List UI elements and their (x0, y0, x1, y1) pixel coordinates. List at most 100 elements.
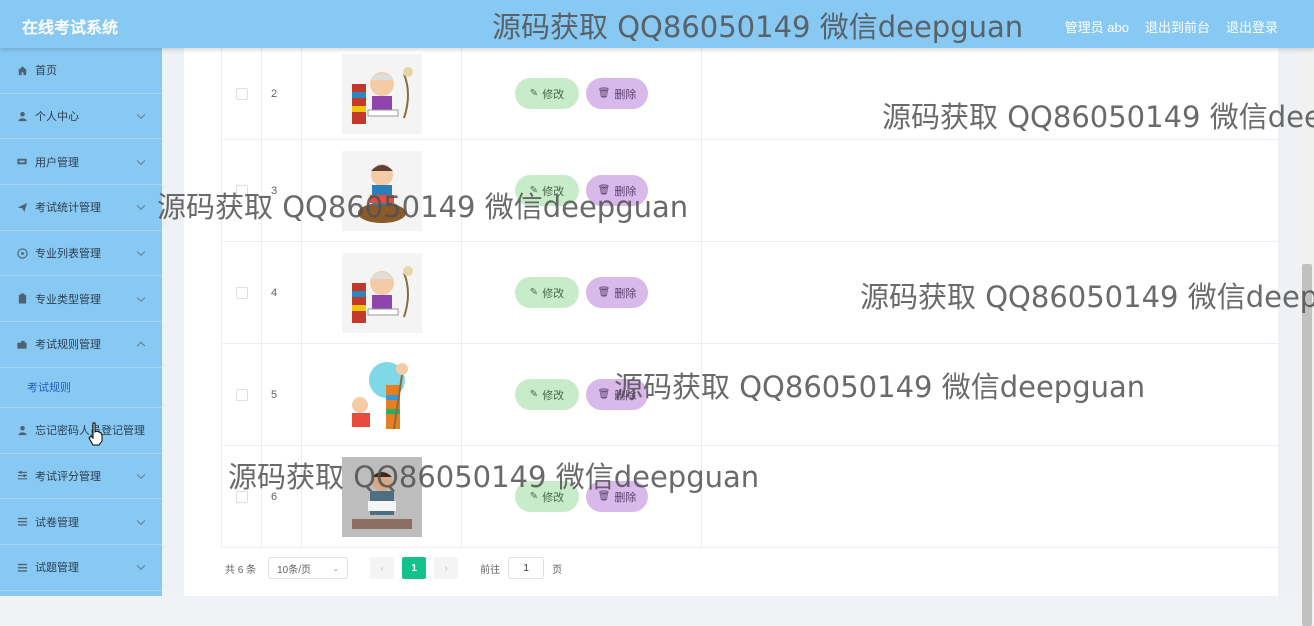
user-icon (16, 110, 28, 122)
reading-grandma-image (341, 252, 422, 333)
row-index: 4 (262, 242, 302, 343)
row-checkbox[interactable] (235, 286, 248, 299)
edit-button[interactable]: ✎ 修改 (515, 277, 579, 308)
clipboard-icon (16, 293, 28, 305)
edit-icon: ✎ (529, 491, 539, 502)
users-icon (16, 156, 28, 168)
row-index: 2 (262, 48, 302, 139)
delete-button[interactable]: 🗑 删除 (586, 481, 648, 512)
man-reading-image (341, 456, 422, 537)
chevron-down-icon (136, 470, 146, 479)
header-links: 管理员 abo 退出到前台 退出登录 (1065, 17, 1278, 36)
back-to-front-link[interactable]: 退出到前台 (1145, 17, 1210, 36)
edit-icon: ✎ (529, 389, 539, 400)
vertical-scrollbar[interactable] (1300, 48, 1314, 626)
goto-prefix: 前往 (480, 564, 501, 576)
row-index: 6 (262, 446, 302, 547)
trash-icon: 🗑 (597, 389, 611, 400)
sidebar-item-exam-scoring[interactable]: 考试评分管理 (0, 454, 162, 500)
sidebar-subitem-exam-rules[interactable]: 考试规则 (0, 367, 162, 408)
prev-page-button[interactable]: ‹ (370, 557, 395, 579)
total-count: 共 6 条 (225, 564, 257, 576)
table-row: 5 ✎ 修改 🗑 删除 (222, 344, 1283, 446)
edit-icon: ✎ (529, 185, 539, 196)
sidebar-item-profile[interactable]: 个人中心 (0, 94, 162, 140)
reading-grandma-image (341, 53, 422, 134)
goto-page-input[interactable]: 1 (508, 557, 545, 579)
app-title: 在线考试系统 (22, 18, 119, 37)
edit-icon: ✎ (529, 88, 539, 99)
data-table: 2 ✎ 修改 🗑 删除 3 ✎ 修改 🗑 删除 4 ✎ 修改 🗑 删除 5 ✎ … (221, 48, 1283, 548)
sidebar-item-label: 考试评分管理 (35, 470, 101, 483)
sidebar-item-label: 考试统计管理 (35, 202, 101, 215)
sidebar-item-label: 试卷管理 (35, 516, 79, 529)
chevron-down-icon (136, 201, 146, 211)
list-icon (16, 516, 28, 528)
goto-suffix: 页 (552, 564, 563, 576)
chevron-down-icon (136, 561, 146, 571)
row-index: 3 (262, 140, 302, 241)
sidebar-item-user-management[interactable]: 用户管理 (0, 139, 162, 186)
sidebar-item-label: 专业列表管理 (35, 248, 101, 261)
page-number-button[interactable]: 1 (402, 557, 427, 579)
chevron-down-icon (136, 110, 146, 120)
user-icon (16, 424, 28, 436)
table-row: 2 ✎ 修改 🗑 删除 (222, 48, 1283, 140)
edit-button[interactable]: ✎ 修改 (515, 175, 579, 206)
sidebar-item-exam-rules[interactable]: 考试规则管理 (0, 322, 162, 368)
sidebar-item-major-type[interactable]: 专业类型管理 (0, 276, 162, 323)
trash-icon: 🗑 (597, 185, 611, 196)
scrollbar-thumb[interactable] (1302, 264, 1312, 626)
camera-icon (16, 338, 28, 350)
top-header: 在线考试系统 管理员 abo 退出到前台 退出登录 (0, 0, 1314, 48)
row-checkbox[interactable] (235, 388, 248, 401)
edit-button[interactable]: ✎ 修改 (515, 78, 579, 109)
sidebar-item-label: 专业类型管理 (35, 293, 101, 306)
main-content: 2 ✎ 修改 🗑 删除 3 ✎ 修改 🗑 删除 4 ✎ 修改 🗑 删除 5 ✎ … (162, 48, 1314, 596)
chevron-down-icon (136, 293, 146, 302)
delete-button[interactable]: 🗑 删除 (586, 379, 648, 410)
chevron-down-icon (136, 156, 146, 165)
compass-icon (16, 247, 28, 259)
sitting-kid-image (341, 150, 422, 231)
edit-button[interactable]: ✎ 修改 (515, 481, 579, 512)
list-icon (16, 561, 28, 573)
sidebar-item-major-list[interactable]: 专业列表管理 (0, 231, 162, 277)
row-checkbox[interactable] (235, 87, 248, 100)
sidebar-item-label: 考试规则管理 (35, 339, 101, 352)
sidebar-item-label: 试题管理 (35, 562, 79, 575)
chevron-down-icon: ⌄ (332, 563, 340, 573)
edit-icon: ✎ (529, 287, 539, 298)
sidebar-item-label: 首页 (35, 65, 57, 78)
table-row: 3 ✎ 修改 🗑 删除 (222, 140, 1283, 242)
admin-user-link[interactable]: 管理员 abo (1065, 17, 1129, 36)
trash-icon: 🗑 (597, 491, 611, 502)
row-checkbox[interactable] (235, 184, 248, 197)
trash-icon: 🗑 (597, 287, 611, 298)
kids-books-image (341, 354, 422, 435)
sidebar-item-paper-management[interactable]: 试卷管理 (0, 499, 162, 545)
delete-button[interactable]: 🗑 删除 (586, 78, 648, 109)
table-row: 6 ✎ 修改 🗑 删除 (222, 446, 1283, 548)
sidebar-item-home[interactable]: 首页 (0, 48, 162, 94)
next-page-button[interactable]: › (434, 557, 459, 579)
sidebar-item-forgot-password[interactable]: 忘记密码人员登记管理 (0, 408, 162, 454)
delete-button[interactable]: 🗑 删除 (586, 175, 648, 206)
delete-button[interactable]: 🗑 删除 (586, 277, 648, 308)
logout-link[interactable]: 退出登录 (1226, 17, 1278, 36)
sidebar: 首页 个人中心 用户管理 考试统计管理 专业列表管理 专业类型管理 考试规则管理… (0, 48, 162, 596)
sliders-icon (16, 470, 28, 482)
content-panel: 2 ✎ 修改 🗑 删除 3 ✎ 修改 🗑 删除 4 ✎ 修改 🗑 删除 5 ✎ … (184, 48, 1283, 596)
row-index: 5 (262, 344, 302, 445)
sidebar-item-exam-stats[interactable]: 考试统计管理 (0, 185, 162, 231)
home-icon (16, 64, 28, 76)
sidebar-item-question-management[interactable]: 试题管理 (0, 545, 162, 591)
sidebar-item-label: 用户管理 (35, 156, 79, 169)
chevron-down-icon (136, 247, 146, 257)
page-size-select[interactable]: 10条/页 ⌄ (268, 557, 349, 579)
sidebar-item-label: 个人中心 (35, 111, 79, 124)
row-checkbox[interactable] (235, 490, 248, 503)
send-icon (16, 201, 28, 213)
table-row: 4 ✎ 修改 🗑 删除 (222, 242, 1283, 344)
edit-button[interactable]: ✎ 修改 (515, 379, 579, 410)
